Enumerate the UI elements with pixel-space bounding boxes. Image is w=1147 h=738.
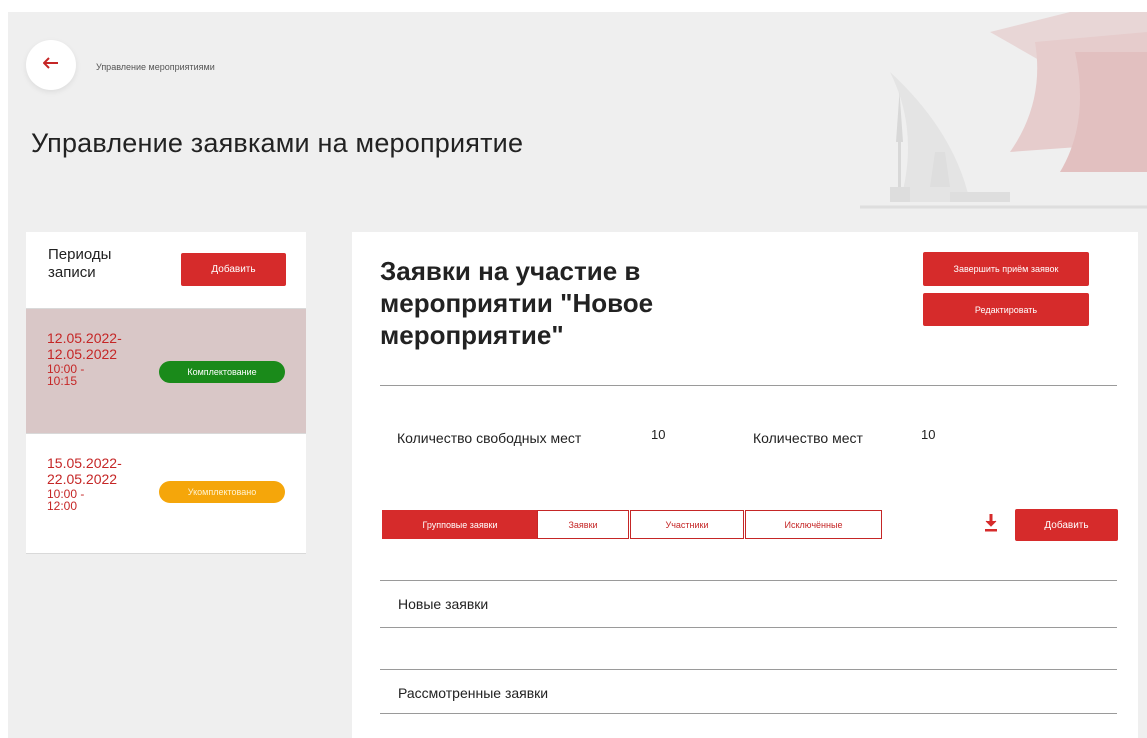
periods-header: Периоды записи Добавить [26, 232, 306, 308]
add-period-button[interactable]: Добавить [181, 253, 286, 286]
section-new-applications[interactable]: Новые заявки [398, 596, 488, 612]
divider [380, 627, 1117, 628]
section-reviewed-applications[interactable]: Рассмотренные заявки [398, 685, 548, 701]
free-seats-value: 10 [651, 427, 666, 442]
page-title: Управление заявками на мероприятие [31, 128, 524, 158]
applications-panel: Заявки на участие в мероприятии "Новое м… [352, 232, 1138, 738]
tab-group-applications[interactable]: Групповые заявки [382, 510, 538, 539]
tab-participants[interactable]: Участники [630, 510, 744, 539]
free-seats-label: Количество свободных мест [397, 430, 582, 446]
ship-logo-decoration [860, 12, 1147, 212]
tab-excluded[interactable]: Исключённые [745, 510, 882, 539]
divider [380, 385, 1117, 386]
period-item[interactable]: 12.05.2022- 12.05.2022 10:00 - 10:15 Ком… [26, 308, 306, 433]
period-item[interactable]: 15.05.2022- 22.05.2022 10:00 - 12:00 Уко… [26, 433, 306, 553]
edit-button[interactable]: Редактировать [923, 293, 1089, 326]
divider [380, 713, 1117, 714]
status-badge: Укомплектовано [159, 481, 285, 503]
seats-value: 10 [921, 427, 936, 442]
status-badge: Комплектование [159, 361, 285, 383]
period-time-range: 10:00 - 10:15 [47, 362, 85, 388]
finish-applications-button[interactable]: Завершить приём заявок [923, 252, 1089, 286]
back-button[interactable] [26, 40, 76, 90]
period-date-range: 12.05.2022- 12.05.2022 [47, 330, 122, 362]
periods-title: Периоды записи [48, 246, 112, 281]
download-icon[interactable] [982, 512, 1000, 534]
arrow-left-icon [42, 56, 59, 74]
divider [380, 669, 1117, 670]
divider [380, 580, 1117, 581]
periods-panel: Периоды записи Добавить 12.05.2022- 12.0… [26, 232, 306, 554]
seats-label: Количество мест [753, 430, 863, 446]
period-date-range: 15.05.2022- 22.05.2022 [47, 455, 122, 487]
period-time-range: 10:00 - 12:00 [47, 487, 85, 513]
breadcrumb[interactable]: Управление мероприятиями [96, 62, 215, 72]
add-application-button[interactable]: Добавить [1015, 509, 1118, 541]
panel-title: Заявки на участие в мероприятии "Новое м… [380, 256, 654, 350]
tab-applications[interactable]: Заявки [537, 510, 629, 539]
